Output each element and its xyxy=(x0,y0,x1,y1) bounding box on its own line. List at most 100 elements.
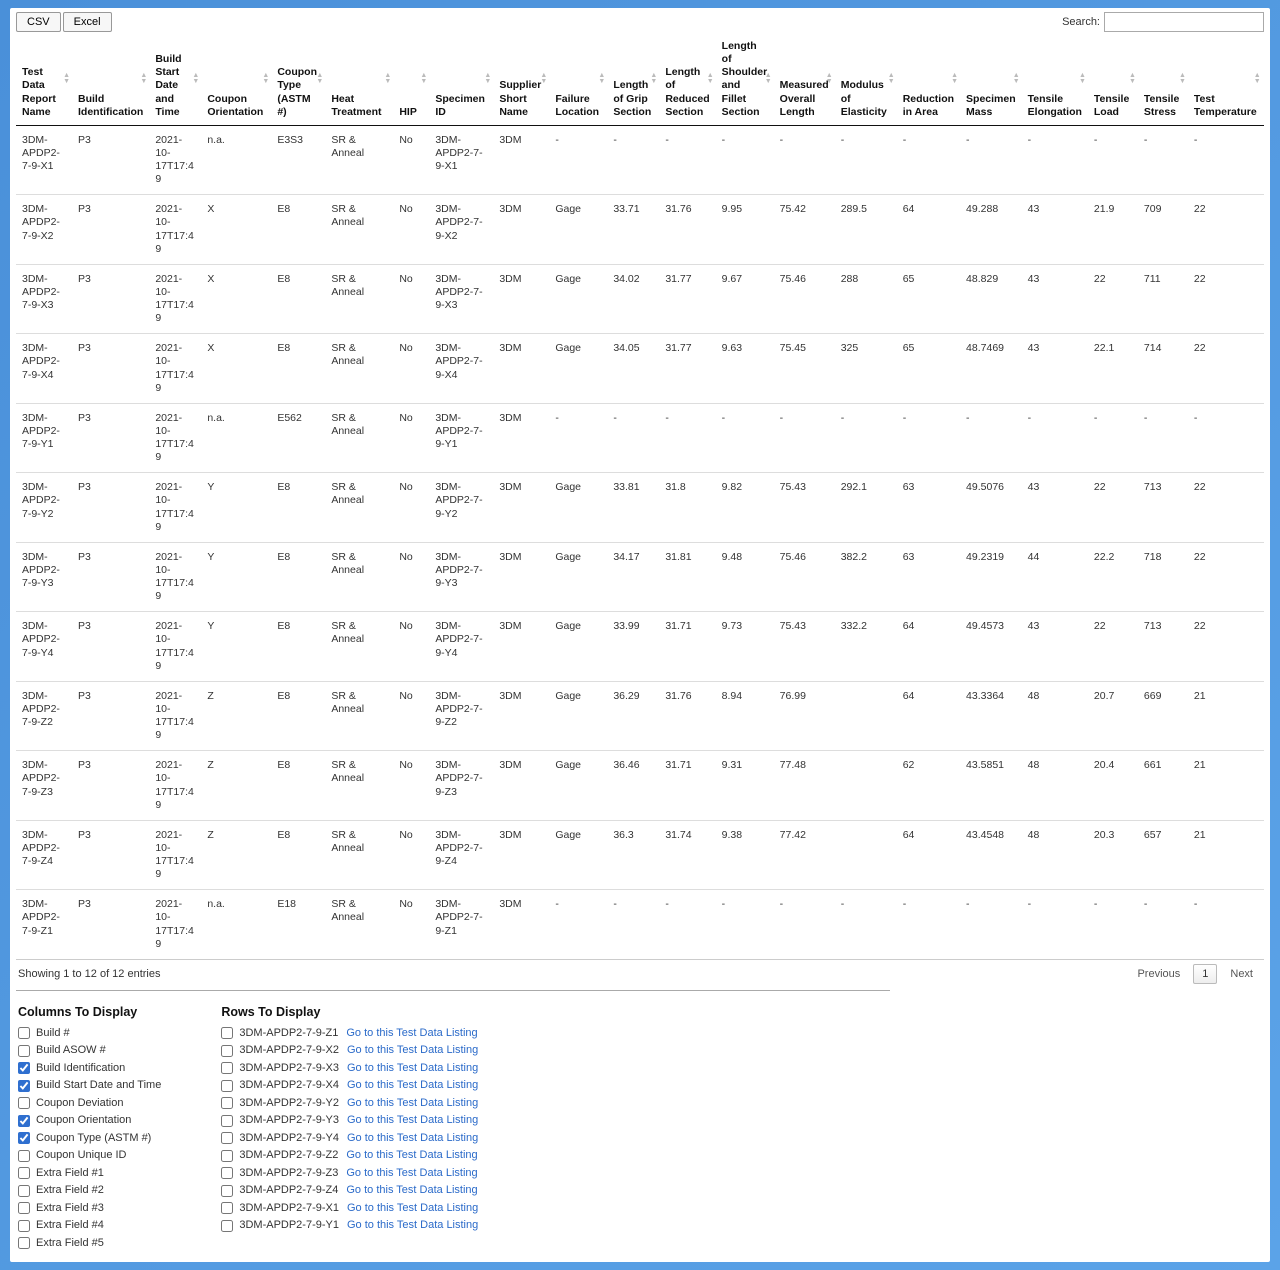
column-header-col21[interactable]: Width or Diameter of Grip Section▲▼ xyxy=(1263,34,1264,125)
row-toggle-checkbox[interactable] xyxy=(221,1115,233,1127)
column-header-col9[interactable]: Failure Location▲▼ xyxy=(549,34,607,125)
column-toggle-checkbox[interactable] xyxy=(18,1097,30,1109)
row-toggle-checkbox[interactable] xyxy=(221,1185,233,1197)
cell: 63 xyxy=(897,542,960,612)
row-toggle-checkbox[interactable] xyxy=(221,1132,233,1144)
column-header-col6[interactable]: HIP▲▼ xyxy=(393,34,429,125)
row-listing-link[interactable]: Go to this Test Data Listing xyxy=(346,1165,477,1182)
column-toggle-checkbox[interactable] xyxy=(18,1132,30,1144)
row-toggle-checkbox[interactable] xyxy=(221,1062,233,1074)
pager-page-1[interactable]: 1 xyxy=(1193,964,1217,984)
cell: 9.31 xyxy=(716,751,774,821)
column-toggle-checkbox[interactable] xyxy=(18,1027,30,1039)
column-header-col0[interactable]: Test Data Report Name▲▼ xyxy=(16,34,72,125)
column-toggle-checkbox[interactable] xyxy=(18,1080,30,1092)
row-toggle-checkbox[interactable] xyxy=(221,1150,233,1162)
cell: 75.43 xyxy=(774,473,835,543)
data-table: Test Data Report Name▲▼Build Identificat… xyxy=(16,34,1264,959)
row-toggle-checkbox[interactable] xyxy=(221,1220,233,1232)
column-header-col5[interactable]: Heat Treatment▲▼ xyxy=(325,34,393,125)
cell: E8 xyxy=(271,820,325,890)
column-toggle-checkbox[interactable] xyxy=(18,1202,30,1214)
row-listing-link[interactable]: Go to this Test Data Listing xyxy=(347,1095,478,1112)
column-header-col2[interactable]: Build Start Date and Time▲▼ xyxy=(149,34,201,125)
column-header-col16[interactable]: Specimen Mass▲▼ xyxy=(960,34,1022,125)
column-toggle-label: Extra Field #3 xyxy=(36,1200,104,1217)
cell: 713 xyxy=(1138,473,1188,543)
column-header-col3[interactable]: Coupon Orientation▲▼ xyxy=(201,34,271,125)
cell: 11.96 xyxy=(1263,681,1264,751)
row-toggle-checkbox[interactable] xyxy=(221,1097,233,1109)
cell: 31.76 xyxy=(659,195,715,265)
column-header-col12[interactable]: Length of Shoulder and Fillet Section▲▼ xyxy=(716,34,774,125)
row-toggle-checkbox[interactable] xyxy=(221,1080,233,1092)
export-csv-button[interactable]: CSV xyxy=(16,12,61,32)
column-toggle-checkbox[interactable] xyxy=(18,1045,30,1057)
row-toggle-checkbox[interactable] xyxy=(221,1045,233,1057)
column-header-col19[interactable]: Tensile Stress▲▼ xyxy=(1138,34,1188,125)
cell: Y xyxy=(201,473,271,543)
column-header-col20[interactable]: Test Temperature▲▼ xyxy=(1188,34,1263,125)
row-listing-link[interactable]: Go to this Test Data Listing xyxy=(346,1147,477,1164)
row-toggle-checkbox[interactable] xyxy=(221,1202,233,1214)
columns-to-display-title: Columns To Display xyxy=(18,1005,161,1019)
column-header-label: Measured Overall Length xyxy=(780,79,829,117)
column-header-col15[interactable]: Reduction in Area▲▼ xyxy=(897,34,960,125)
row-listing-link[interactable]: Go to this Test Data Listing xyxy=(347,1217,478,1234)
column-header-col1[interactable]: Build Identification▲▼ xyxy=(72,34,149,125)
row-toggle-item: 3DM-APDP2-7-9-X1Go to this Test Data Lis… xyxy=(221,1200,478,1217)
cell: P3 xyxy=(72,890,149,959)
cell: X xyxy=(201,264,271,334)
column-toggle-checkbox[interactable] xyxy=(18,1237,30,1249)
cell: 22 xyxy=(1188,334,1263,404)
column-header-label: Build Start Date and Time xyxy=(155,53,181,118)
column-toggle-checkbox[interactable] xyxy=(18,1220,30,1232)
cell: n.a. xyxy=(201,125,271,195)
row-listing-link[interactable]: Go to this Test Data Listing xyxy=(347,1112,478,1129)
column-header-col17[interactable]: Tensile Elongation▲▼ xyxy=(1022,34,1088,125)
row-listing-link[interactable]: Go to this Test Data Listing xyxy=(346,1025,477,1042)
column-header-col14[interactable]: Modulus of Elasticity▲▼ xyxy=(835,34,897,125)
column-toggle-checkbox[interactable] xyxy=(18,1167,30,1179)
sort-icon: ▲▼ xyxy=(384,73,391,85)
cell: E8 xyxy=(271,681,325,751)
export-excel-button[interactable]: Excel xyxy=(63,12,112,32)
column-toggle-checkbox[interactable] xyxy=(18,1150,30,1162)
row-toggle-checkbox[interactable] xyxy=(221,1027,233,1039)
column-header-col4[interactable]: Coupon Type (ASTM #)▲▼ xyxy=(271,34,325,125)
column-header-col7[interactable]: Specimen ID▲▼ xyxy=(429,34,493,125)
cell: 34.17 xyxy=(607,542,659,612)
search-input[interactable] xyxy=(1104,12,1264,32)
cell: SR & Anneal xyxy=(325,125,393,195)
column-toggle-checkbox[interactable] xyxy=(18,1062,30,1074)
row-listing-link[interactable]: Go to this Test Data Listing xyxy=(347,1060,478,1077)
cell: 43 xyxy=(1022,473,1088,543)
section-divider xyxy=(16,990,890,991)
row-listing-link[interactable]: Go to this Test Data Listing xyxy=(347,1042,478,1059)
cell: 75.46 xyxy=(774,264,835,334)
pager-previous[interactable]: Previous xyxy=(1128,964,1189,984)
row-listing-link[interactable]: Go to this Test Data Listing xyxy=(347,1077,478,1094)
row-listing-link[interactable]: Go to this Test Data Listing xyxy=(347,1200,478,1217)
cell: 34.05 xyxy=(607,334,659,404)
table-scroll[interactable]: Test Data Report Name▲▼Build Identificat… xyxy=(16,34,1264,960)
row-listing-link[interactable]: Go to this Test Data Listing xyxy=(346,1182,477,1199)
cell: 11.95 xyxy=(1263,195,1264,265)
column-toggle-checkbox[interactable] xyxy=(18,1185,30,1197)
column-header-col13[interactable]: Measured Overall Length▲▼ xyxy=(774,34,835,125)
cell: - xyxy=(835,890,897,959)
row-toggle-checkbox[interactable] xyxy=(221,1167,233,1179)
column-header-col8[interactable]: Supplier Short Name▲▼ xyxy=(493,34,549,125)
column-header-col10[interactable]: Length of Grip Section▲▼ xyxy=(607,34,659,125)
cell: 714 xyxy=(1138,334,1188,404)
table-row: 3DM-APDP2-7-9-X4P32021-10-17T17:49XE8SR … xyxy=(16,334,1264,404)
column-toggle-checkbox[interactable] xyxy=(18,1115,30,1127)
table-row: 3DM-APDP2-7-9-Z1P32021-10-17T17:49n.a.E1… xyxy=(16,890,1264,959)
column-header-col18[interactable]: Tensile Load▲▼ xyxy=(1088,34,1138,125)
column-header-col11[interactable]: Length of Reduced Section▲▼ xyxy=(659,34,715,125)
row-listing-link[interactable]: Go to this Test Data Listing xyxy=(347,1130,478,1147)
pager-next[interactable]: Next xyxy=(1221,964,1262,984)
cell: - xyxy=(1263,125,1264,195)
cell: - xyxy=(549,125,607,195)
cell: SR & Anneal xyxy=(325,473,393,543)
